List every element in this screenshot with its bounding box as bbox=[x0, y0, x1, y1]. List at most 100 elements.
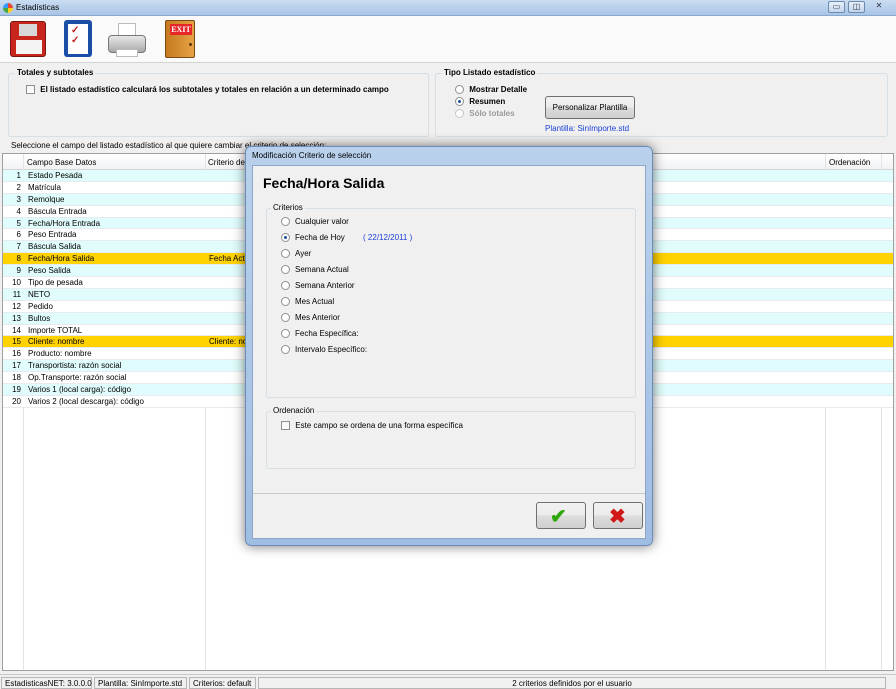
radio-mes-anterior[interactable]: Mes Anterior bbox=[281, 313, 340, 323]
status-summary: 2 criterios definidos por el usuario bbox=[258, 677, 886, 689]
radio-indicator[interactable] bbox=[281, 329, 290, 339]
row-number: 4 bbox=[16, 206, 21, 216]
campo-cell[interactable]: NETO bbox=[28, 290, 50, 299]
campo-cell[interactable]: Fecha/Hora Salida bbox=[28, 254, 94, 263]
row-number: 1 bbox=[16, 171, 21, 180]
radio-indicator[interactable] bbox=[281, 345, 290, 355]
row-number: 18 bbox=[12, 373, 21, 383]
campo-cell[interactable]: Remolque bbox=[28, 195, 64, 204]
radio-mes-actual[interactable]: Mes Actual bbox=[281, 297, 334, 307]
totales-checkbox-label: El listado estadístico calculará los sub… bbox=[40, 85, 389, 94]
radio-fecha-de-hoy[interactable]: Fecha de Hoy ( 22/12/2011 ) bbox=[281, 233, 413, 243]
column-header-ordenacion[interactable]: Ordenación bbox=[829, 158, 870, 167]
print-button[interactable] bbox=[106, 19, 146, 59]
campo-cell[interactable]: Báscula Salida bbox=[28, 242, 81, 251]
cancel-button[interactable]: ✖ bbox=[593, 502, 643, 529]
radio-indicator[interactable] bbox=[281, 313, 290, 323]
row-number: 13 bbox=[12, 313, 21, 323]
campo-cell[interactable]: Varios 1 (local carga): código bbox=[28, 385, 131, 394]
row-number: 20 bbox=[12, 396, 21, 406]
row-number: 14 bbox=[12, 325, 21, 335]
radio-indicator[interactable] bbox=[281, 281, 290, 291]
radio-indicator[interactable] bbox=[281, 249, 290, 259]
row-number: 17 bbox=[12, 361, 21, 371]
radio-semana-actual[interactable]: Semana Actual bbox=[281, 265, 349, 275]
radio-label: Ayer bbox=[295, 249, 312, 258]
campo-cell[interactable]: Fecha/Hora Entrada bbox=[28, 219, 100, 228]
radio-resumen[interactable]: Resumen bbox=[455, 97, 506, 107]
radio-fecha-especifica[interactable]: Fecha Específica: bbox=[281, 329, 359, 339]
ordenacion-group-title: Ordenación bbox=[271, 406, 317, 415]
criterio-cell[interactable]: Fecha Actu bbox=[209, 254, 249, 263]
campo-cell[interactable]: Varios 2 (local descarga): código bbox=[28, 397, 144, 406]
ordenacion-group: Ordenación Este campo se ordena de una f… bbox=[266, 406, 636, 469]
campo-cell[interactable]: Importe TOTAL bbox=[28, 326, 82, 335]
totales-checkbox-row[interactable]: El listado estadístico calculará los sub… bbox=[26, 85, 389, 95]
ordenacion-checkbox-row[interactable]: Este campo se ordena de una forma especí… bbox=[281, 421, 463, 431]
row-number: 15 bbox=[12, 337, 21, 347]
floppy-disk-icon bbox=[10, 21, 46, 57]
personalizar-plantilla-button[interactable]: Personalizar Plantilla bbox=[545, 96, 635, 119]
campo-cell[interactable]: Producto: nombre bbox=[28, 349, 92, 358]
campo-cell[interactable]: Pedido bbox=[28, 302, 53, 311]
radio-intervalo-especifico[interactable]: Intervalo Específico: bbox=[281, 345, 368, 355]
row-number: 2 bbox=[16, 182, 21, 192]
radio-indicator[interactable] bbox=[281, 233, 290, 243]
row-number: 11 bbox=[12, 289, 21, 299]
campo-cell[interactable]: Op.Transporte: razón social bbox=[28, 373, 126, 382]
status-bar: EstadisticasNET: 3.0.0.0 Plantilla: SinI… bbox=[0, 674, 896, 689]
campo-cell[interactable]: Transportista: razón social bbox=[28, 361, 122, 370]
row-number: 8 bbox=[16, 254, 21, 264]
radio-mostrar-detalle[interactable]: Mostrar Detalle bbox=[455, 85, 528, 95]
campo-cell[interactable]: Cliente: nombre bbox=[28, 337, 84, 346]
column-header-criterio[interactable]: Criterio de bbox=[208, 158, 245, 167]
checklist-button[interactable]: ✓ ✓ bbox=[58, 19, 98, 59]
exit-button[interactable]: EXIT bbox=[160, 19, 200, 59]
status-version: EstadisticasNET: 3.0.0.0 bbox=[1, 677, 92, 689]
radio-label: Fecha de Hoy bbox=[295, 233, 345, 242]
today-date-value: ( 22/12/2011 ) bbox=[363, 233, 413, 242]
campo-cell[interactable]: Báscula Entrada bbox=[28, 207, 87, 216]
close-button[interactable]: ✕ bbox=[868, 1, 890, 13]
toolbar: ✓ ✓ EXIT bbox=[0, 16, 896, 63]
save-button[interactable] bbox=[8, 19, 48, 59]
ok-button[interactable]: ✔ bbox=[536, 502, 586, 529]
radio-semana-anterior[interactable]: Semana Anterior bbox=[281, 281, 355, 291]
exit-sign: EXIT bbox=[170, 24, 192, 35]
criterios-group-title: Criterios bbox=[271, 203, 305, 212]
criterio-cell[interactable]: Cliente: no bbox=[209, 337, 247, 346]
column-header-campo[interactable]: Campo Base Datos bbox=[27, 158, 96, 167]
campo-cell[interactable]: Bultos bbox=[28, 314, 50, 323]
campo-cell[interactable]: Peso Entrada bbox=[28, 230, 76, 239]
dialog-content: Fecha/Hora Salida Criterios Cualquier va… bbox=[252, 165, 646, 539]
campo-cell[interactable]: Tipo de pesada bbox=[28, 278, 83, 287]
ordenacion-checkbox[interactable] bbox=[281, 421, 290, 431]
window-title: Estadísticas bbox=[16, 3, 60, 12]
radio-cualquier-valor[interactable]: Cualquier valor bbox=[281, 217, 349, 227]
radio-indicator[interactable] bbox=[281, 297, 290, 307]
totales-checkbox[interactable] bbox=[26, 85, 35, 95]
minimize-button[interactable]: ▭ bbox=[828, 1, 845, 13]
radio-indicator bbox=[455, 109, 464, 119]
row-number: 3 bbox=[16, 194, 21, 204]
radio-indicator[interactable] bbox=[455, 85, 464, 95]
radio-label: Fecha Específica: bbox=[295, 329, 359, 338]
row-number: 6 bbox=[16, 230, 21, 240]
radio-label: Semana Anterior bbox=[295, 281, 355, 290]
title-bar: Estadísticas ▭ ◫ ✕ bbox=[0, 0, 896, 16]
campo-cell[interactable]: Estado Pesada bbox=[28, 171, 82, 180]
radio-label: Mostrar Detalle bbox=[469, 85, 528, 94]
radio-indicator[interactable] bbox=[281, 217, 290, 227]
cancel-x-icon: ✖ bbox=[609, 506, 626, 528]
row-number: 7 bbox=[16, 242, 21, 252]
radio-label: Resumen bbox=[469, 97, 506, 106]
radio-indicator[interactable] bbox=[281, 265, 290, 275]
app-icon bbox=[3, 3, 13, 13]
campo-cell[interactable]: Matrícula bbox=[28, 183, 61, 192]
radio-indicator[interactable] bbox=[455, 97, 464, 107]
radio-ayer[interactable]: Ayer bbox=[281, 249, 312, 259]
window-controls: ▭ ◫ ✕ bbox=[828, 1, 890, 13]
campo-cell[interactable]: Peso Salida bbox=[28, 266, 71, 275]
maximize-button[interactable]: ◫ bbox=[848, 1, 865, 13]
radio-label: Intervalo Específico: bbox=[295, 345, 368, 354]
